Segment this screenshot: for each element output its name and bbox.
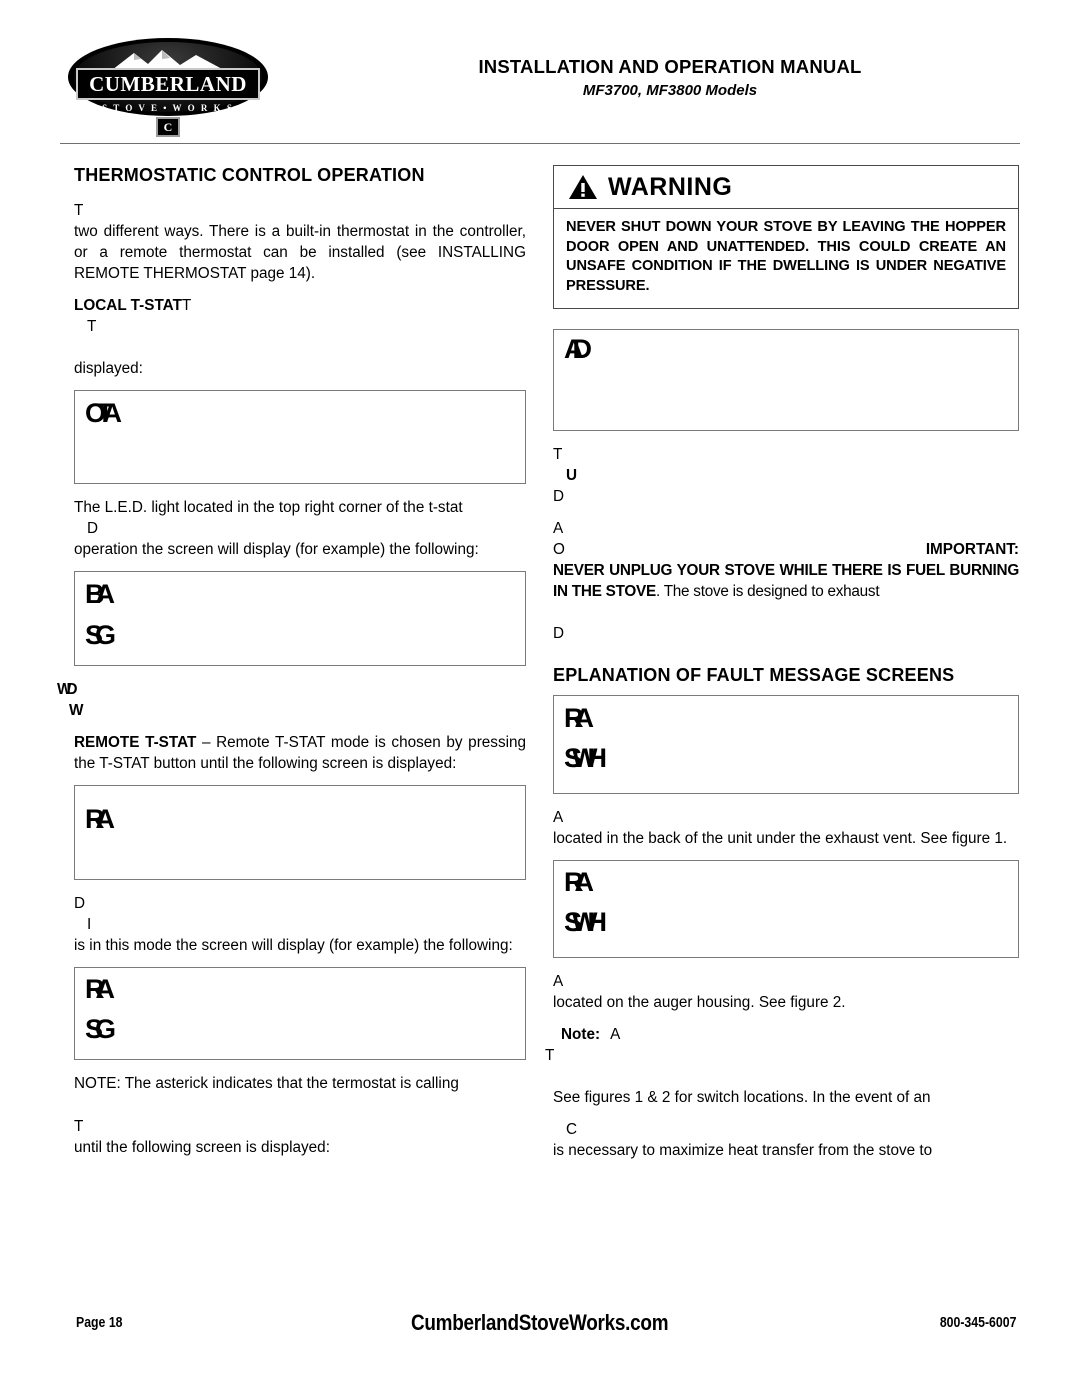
note-row: Note: A xyxy=(553,1024,1019,1045)
remote-tstat-paragraph: REMOTE T-STAT – Remote T-STAT mode is ch… xyxy=(74,732,526,774)
switch-locations-paragraph: See figures 1 & 2 for switch locations. … xyxy=(553,1089,931,1106)
text-fragment-a1: A xyxy=(553,520,564,537)
phone-number: 800-345-6007 xyxy=(939,1314,1016,1331)
manual-models-subtitle: MF3700, MF3800 Models xyxy=(582,82,758,99)
text-fragment-d1: D xyxy=(87,520,99,537)
lcd-display-box-4: RA SG xyxy=(74,967,526,1060)
mode-paragraph: is in this mode the screen will display … xyxy=(74,937,513,954)
warning-body-text: NEVER SHUT DOWN YOUR STOVE BY LEAVING TH… xyxy=(566,219,1006,294)
text-fragment-t1: T xyxy=(74,202,84,219)
important-paragraph: NEVER UNPLUG YOUR STOVE WHILE THERE IS F… xyxy=(553,560,1019,602)
lcd-display-box-7: RA SWH xyxy=(553,860,1019,958)
text-fragment-d2: D xyxy=(74,895,86,912)
fault-message-heading: EPLANATION OF FAULT MESSAGE SCREENS xyxy=(553,665,955,685)
local-tstat-line: LOCAL T-STATT xyxy=(74,295,526,316)
text-fragment-wd: WD xyxy=(57,681,78,698)
lcd-line-1: BA xyxy=(85,579,115,609)
important-label: IMPORTANT: xyxy=(925,541,1019,558)
thermostatic-control-heading: THERMOSTATIC CONTROL OPERATION xyxy=(74,165,425,185)
lcd-line-1: AD xyxy=(564,334,592,364)
logo-brand-text: CUMBERLAND xyxy=(89,71,247,96)
text-fragment-w: W xyxy=(69,702,84,719)
manual-title: INSTALLATION AND OPERATION MANUAL xyxy=(478,56,862,77)
lcd-display-box-3: RA xyxy=(74,785,526,880)
logo-c-badge: C xyxy=(156,117,180,137)
website-text: CumberlandStoveWorks.com xyxy=(411,1310,669,1335)
left-column: THERMOSTATIC CONTROL OPERATION T two dif… xyxy=(57,165,526,1169)
manual-page: CUMBERLAND S T O V E • W O R K S C INSTA… xyxy=(0,0,1080,1397)
warning-header: WARNING xyxy=(554,166,1018,209)
text-fragment-d1: D xyxy=(553,488,565,505)
lcd-line-2: SG xyxy=(85,1014,116,1044)
page-footer: Page 18 CumberlandStoveWorks.com 800-345… xyxy=(60,1310,1020,1340)
displayed-label-1: displayed: xyxy=(74,360,143,377)
important-normal-text: . The stove is designed to exhaust xyxy=(655,583,880,600)
lcd-line-2: SWH xyxy=(564,743,607,773)
page-header: CUMBERLAND S T O V E • W O R K S C INSTA… xyxy=(60,38,1020,148)
lcd-line-1: RA xyxy=(85,804,115,834)
auger-housing-paragraph: located on the auger housing. See figure… xyxy=(553,994,846,1011)
text-fragment-t3: T xyxy=(74,1118,84,1135)
warning-box: WARNING NEVER SHUT DOWN YOUR STOVE BY LE… xyxy=(553,165,1019,309)
remote-tstat-label: REMOTE T-STAT xyxy=(74,734,197,751)
warning-title: WARNING xyxy=(608,172,733,201)
local-tstat-trailing: T xyxy=(181,297,192,314)
text-fragment-i: I xyxy=(87,916,92,933)
text-fragment-t2: T xyxy=(545,1047,555,1064)
warning-triangle-icon xyxy=(569,175,597,199)
lcd-line-2: SWH xyxy=(564,907,607,937)
cumberland-logo: CUMBERLAND S T O V E • W O R K S C xyxy=(68,38,268,138)
website-link[interactable]: CumberlandStoveWorks.com xyxy=(60,1310,1020,1336)
asterick-note-paragraph: NOTE: The asterick indicates that the te… xyxy=(74,1075,459,1092)
operation-paragraph: operation the screen will display (for e… xyxy=(74,541,479,558)
lcd-line-1: RA xyxy=(85,974,115,1004)
text-fragment-o: O xyxy=(553,541,565,558)
text-fragment-t2: T xyxy=(87,318,97,335)
text-fragment-d2: D xyxy=(553,625,565,642)
text-fragment-a3: A xyxy=(553,973,564,990)
header-divider xyxy=(60,143,1020,144)
lcd-display-box-5: AD xyxy=(553,329,1019,431)
note-fragment: A xyxy=(610,1026,621,1043)
until-paragraph: until the following screen is displayed: xyxy=(74,1139,330,1156)
led-paragraph-line: The L.E.D. light located in the top righ… xyxy=(74,499,463,516)
lcd-display-box-2: BA SG xyxy=(74,571,526,666)
logo-tagline: S T O V E • W O R K S xyxy=(102,102,234,113)
lcd-line-1: OTA xyxy=(85,398,122,428)
local-tstat-label: LOCAL T-STAT xyxy=(74,297,182,314)
text-fragment-c: C xyxy=(566,1121,578,1138)
text-fragment-a2: A xyxy=(553,809,564,826)
lcd-line-2: SG xyxy=(85,620,116,650)
heat-transfer-paragraph: is necessary to maximize heat transfer f… xyxy=(553,1142,933,1159)
intro-paragraph: two different ways. There is a built-in … xyxy=(74,223,526,282)
lcd-line-1: RA xyxy=(564,867,594,897)
back-of-unit-paragraph: located in the back of the unit under th… xyxy=(553,830,1008,847)
note-label: Note: xyxy=(561,1026,601,1043)
important-row: O IMPORTANT: xyxy=(553,539,1019,560)
lcd-display-box-6: RA SWH xyxy=(553,695,1019,794)
lcd-line-1: RA xyxy=(564,703,594,733)
text-fragment-t1: T xyxy=(553,446,563,463)
text-fragment-u: U xyxy=(566,467,577,484)
right-column: WARNING NEVER SHUT DOWN YOUR STOVE BY LE… xyxy=(545,165,1019,1172)
lcd-display-box-1: OTA xyxy=(74,390,526,484)
